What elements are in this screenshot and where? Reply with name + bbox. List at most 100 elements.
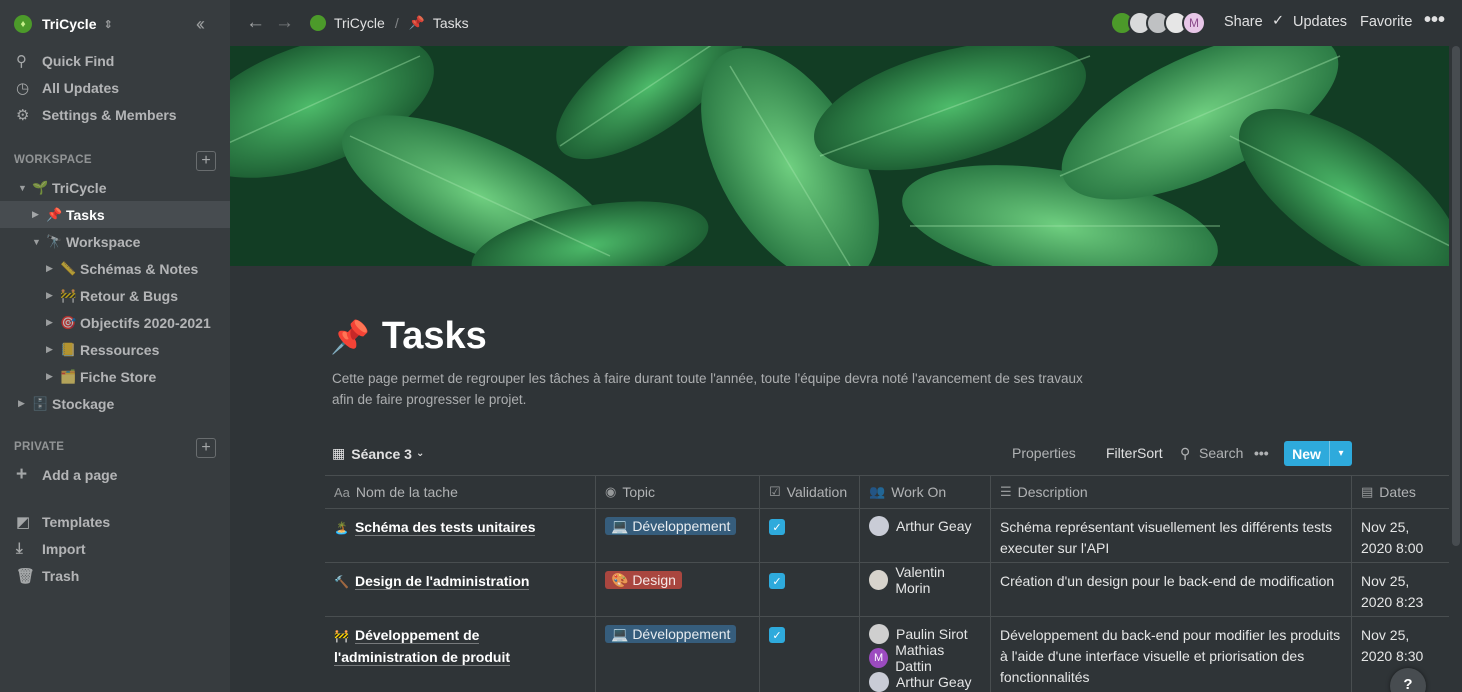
work-on-cell[interactable]: Arthur Geay: [860, 509, 991, 562]
chevron-down-icon[interactable]: ▾: [1329, 441, 1352, 466]
avatar: [869, 570, 889, 590]
expand-triangle-icon[interactable]: ▶: [46, 371, 60, 382]
breadcrumb-page[interactable]: Tasks: [433, 15, 469, 31]
sidebar-item-retour-bugs[interactable]: ▶ 🚧 Retour & Bugs: [0, 282, 230, 309]
task-name-cell[interactable]: 🏝️ Schéma des tests unitaires: [325, 509, 596, 562]
forward-arrow-icon[interactable]: →: [275, 12, 294, 34]
updates-button[interactable]: Updates: [1293, 14, 1347, 30]
sidebar-item-label: Fiche Store: [80, 368, 157, 385]
page-description[interactable]: Cette page permet de regrouper les tâche…: [332, 368, 1092, 410]
person-name: Valentin Morin: [895, 564, 945, 596]
scrollbar-thumb[interactable]: [1452, 46, 1460, 546]
page-title[interactable]: 📌 Tasks: [330, 315, 487, 358]
database-view-bar: ▦ Séance 3 ⌄ Properties Filter Sort ⚲ Se…: [332, 441, 1352, 466]
expand-triangle-icon[interactable]: ▶: [32, 209, 46, 220]
search-icon[interactable]: ⚲: [1180, 445, 1190, 462]
page-emoji-icon: 🗂️: [60, 368, 77, 384]
search-button[interactable]: Search: [1199, 445, 1243, 461]
avatar[interactable]: M: [1182, 11, 1206, 35]
page-scrollbar[interactable]: [1449, 46, 1462, 692]
person-property-icon: 👥: [869, 484, 886, 499]
expand-triangle-icon[interactable]: ▶: [46, 344, 60, 355]
checkbox-property-icon: ☑: [769, 484, 781, 499]
all-updates-button[interactable]: ◷ All Updates: [0, 74, 230, 101]
column-header-dates[interactable]: ▤ Dates: [1352, 476, 1449, 508]
favorite-button[interactable]: Favorite: [1360, 14, 1412, 30]
back-arrow-icon[interactable]: ←: [246, 12, 265, 34]
sidebar-item-fiche-store[interactable]: ▶ 🗂️ Fiche Store: [0, 363, 230, 390]
date-cell[interactable]: Nov 25, 2020 8:23: [1352, 563, 1449, 616]
topic-cell[interactable]: 🎨 Design: [596, 563, 760, 616]
tasks-table: Aa Nom de la tache ◉ Topic ☑ Validation …: [325, 475, 1449, 692]
expand-triangle-icon[interactable]: ▼: [18, 183, 32, 193]
column-header-name[interactable]: Aa Nom de la tache: [325, 476, 596, 508]
sidebar-item-tricycle[interactable]: ▼ 🌱 TriCycle: [0, 174, 230, 201]
page-title-text[interactable]: Tasks: [382, 315, 487, 358]
text-property-icon: Aa: [334, 484, 350, 500]
properties-button[interactable]: Properties: [1012, 445, 1076, 461]
task-name[interactable]: Schéma des tests unitaires: [354, 519, 536, 536]
settings-button[interactable]: ⚙ Settings & Members: [0, 101, 230, 128]
table-icon: ▦: [332, 445, 346, 461]
sidebar-item-stockage[interactable]: ▶ 🗄️ Stockage: [0, 390, 230, 417]
workspace-switcher[interactable]: ♦ TriCycle ⇕: [14, 13, 113, 35]
expand-triangle-icon[interactable]: ▶: [46, 317, 60, 328]
task-name[interactable]: Développement de l'administration de pro…: [334, 627, 510, 666]
topic-cell[interactable]: 💻 Développement: [596, 509, 760, 562]
sidebar-item-label: Objectifs 2020-2021: [80, 314, 211, 331]
filter-button[interactable]: Filter: [1106, 445, 1137, 461]
validation-checkbox[interactable]: ✓: [769, 627, 785, 643]
templates-icon: ◩: [16, 513, 31, 531]
add-private-page-button[interactable]: +: [196, 438, 216, 458]
task-name-cell[interactable]: 🔨 Design de l'administration: [325, 563, 596, 616]
table-row[interactable]: 🚧 Développement de l'administration de pr…: [325, 617, 1449, 692]
trash-button[interactable]: 🗑 Trash: [0, 562, 230, 589]
work-on-cell[interactable]: Paulin Sirot M Mathias Dattin Arthur Gea…: [860, 617, 991, 692]
expand-triangle-icon[interactable]: ▶: [18, 398, 32, 409]
column-header-description[interactable]: ☰ Description: [991, 476, 1352, 508]
clock-icon: ◷: [16, 79, 30, 97]
description-cell[interactable]: Création d'un design pour le back-end de…: [991, 563, 1352, 616]
person-name: Paulin Sirot: [896, 626, 968, 642]
page-icon[interactable]: 📌: [330, 318, 370, 356]
sidebar-item-tasks[interactable]: ▶ 📌 Tasks: [0, 201, 230, 228]
import-button[interactable]: ⤓ Import: [0, 535, 230, 562]
column-header-topic[interactable]: ◉ Topic: [596, 476, 760, 508]
topic-cell[interactable]: 💻 Développement: [596, 617, 760, 692]
more-options-icon[interactable]: •••: [1424, 9, 1445, 32]
sidebar-item-label: Ressources: [80, 341, 160, 358]
table-row[interactable]: 🏝️ Schéma des tests unitaires 💻 Développe…: [325, 509, 1449, 563]
date-cell[interactable]: Nov 25, 2020 8:00: [1352, 509, 1449, 562]
collapse-sidebar-icon[interactable]: ‹‹: [196, 14, 205, 35]
column-header-validation[interactable]: ☑ Validation: [760, 476, 860, 508]
validation-checkbox[interactable]: ✓: [769, 573, 785, 589]
quick-find-button[interactable]: ⚲ Quick Find: [0, 47, 230, 74]
sidebar-item-objectifs[interactable]: ▶ 🎯 Objectifs 2020-2021: [0, 309, 230, 336]
table-row[interactable]: 🔨 Design de l'administration 🎨 Design ✓ V…: [325, 563, 1449, 617]
work-on-cell[interactable]: Valentin Morin: [860, 563, 991, 616]
templates-button[interactable]: ◩ Templates: [0, 508, 230, 535]
column-header-work-on[interactable]: 👥 Work On: [860, 476, 991, 508]
sort-button[interactable]: Sort: [1137, 445, 1163, 461]
sidebar-item-workspace[interactable]: ▼ 🔭 Workspace: [0, 228, 230, 255]
expand-triangle-icon[interactable]: ▶: [46, 263, 60, 274]
task-name[interactable]: Design de l'administration: [354, 573, 530, 590]
collaborator-avatars[interactable]: M: [1110, 11, 1206, 35]
more-icon[interactable]: •••: [1254, 445, 1269, 461]
share-button[interactable]: Share: [1224, 14, 1263, 30]
sidebar-item-ressources[interactable]: ▶ 📒 Ressources: [0, 336, 230, 363]
switcher-chevron-icon: ⇕: [103, 18, 113, 31]
add-page-button[interactable]: + Add a page: [0, 461, 230, 488]
description-cell[interactable]: Développement du back-end pour modifier …: [991, 617, 1352, 692]
new-button-label: New: [1292, 445, 1321, 462]
add-workspace-page-button[interactable]: +: [196, 151, 216, 171]
expand-triangle-icon[interactable]: ▶: [46, 290, 60, 301]
breadcrumb-workspace[interactable]: TriCycle: [334, 15, 385, 31]
new-button[interactable]: New ▾: [1284, 441, 1352, 466]
expand-triangle-icon[interactable]: ▼: [32, 237, 46, 247]
view-selector[interactable]: ▦ Séance 3 ⌄: [332, 445, 424, 462]
task-name-cell[interactable]: 🚧 Développement de l'administration de pr…: [325, 617, 596, 692]
description-cell[interactable]: Schéma représentant visuellement les dif…: [991, 509, 1352, 562]
validation-checkbox[interactable]: ✓: [769, 519, 785, 535]
sidebar-item-schemas[interactable]: ▶ 📏 Schémas & Notes: [0, 255, 230, 282]
